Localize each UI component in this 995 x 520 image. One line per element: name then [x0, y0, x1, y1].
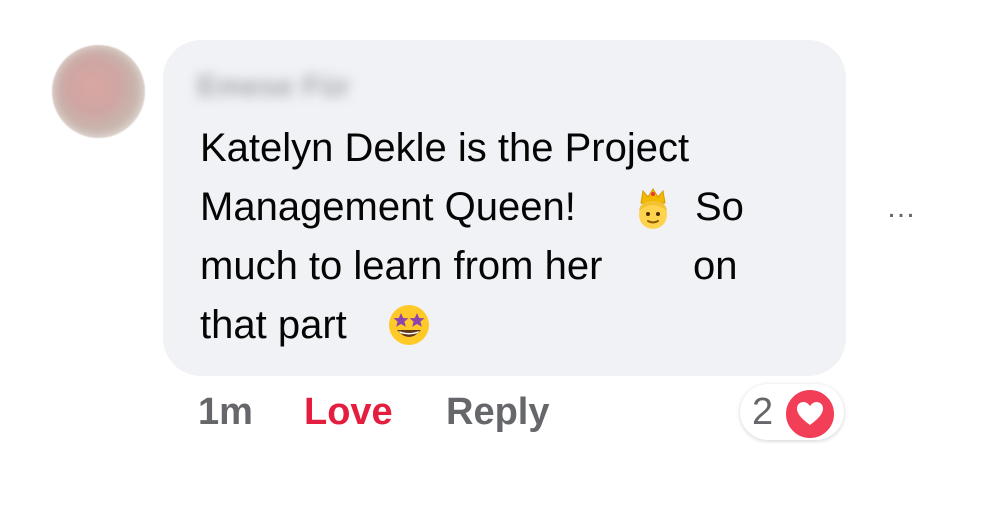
more-options-button[interactable]: … — [882, 193, 922, 223]
comment-text-line: Management Queen! — [200, 185, 576, 229]
author-name[interactable]: Emese Für — [197, 70, 350, 104]
love-button[interactable]: Love — [304, 390, 393, 434]
comment-timestamp[interactable]: 1m — [198, 390, 253, 434]
heart-glyph-icon — [797, 402, 823, 425]
avatar[interactable] — [52, 45, 145, 138]
comment-text-line: on — [693, 244, 738, 288]
comment-text-line: that part — [200, 303, 347, 347]
reply-button[interactable]: Reply — [446, 390, 549, 434]
reaction-count: 2 — [752, 391, 774, 433]
comment-text-line: Katelyn Dekle is the Project — [200, 126, 690, 170]
prince-emoji-icon — [639, 188, 667, 229]
comment-text-line: So — [695, 185, 744, 229]
more-icon: … — [886, 191, 918, 224]
heart-icon — [784, 388, 836, 440]
comment-text-line: much to learn from her — [200, 244, 603, 288]
star-struck-emoji-icon — [389, 305, 429, 345]
reaction-summary[interactable]: 2 — [740, 384, 844, 440]
